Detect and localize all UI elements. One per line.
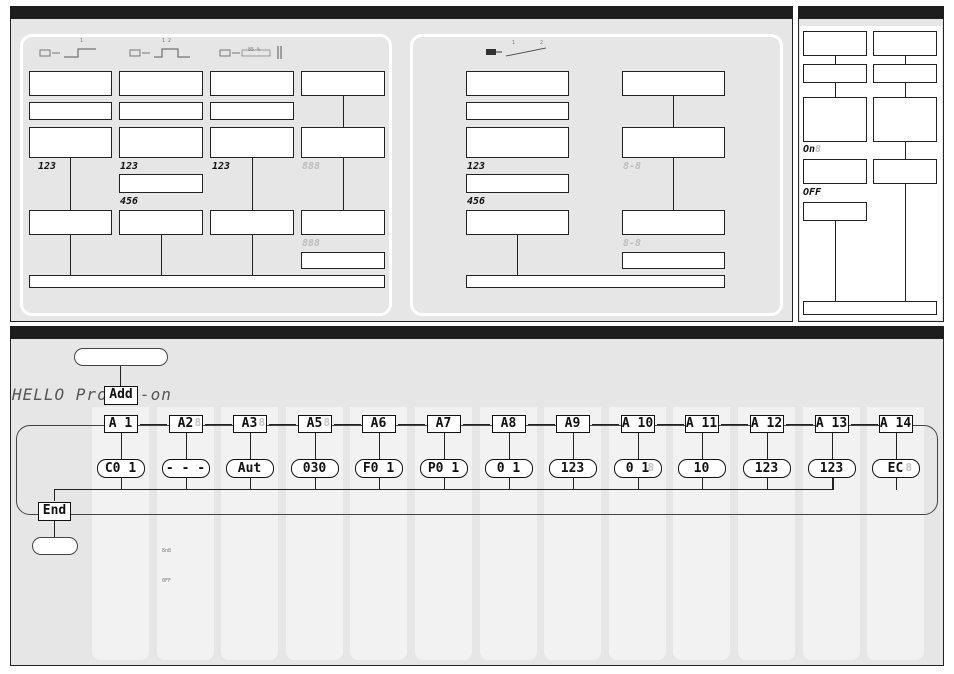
blank-readout: 8-8: [623, 238, 642, 249]
flow-box: [622, 71, 725, 96]
menu-code-lcd[interactable]: A6: [361, 415, 396, 433]
wiring-panel-header: [10, 6, 793, 19]
flow-box: [466, 71, 569, 96]
flow-box: [873, 31, 937, 56]
icon-label-2: 1 2: [162, 38, 172, 44]
switch-label-2: 2: [540, 40, 544, 46]
bottom-bar: [803, 301, 937, 315]
end-pill: [32, 537, 78, 555]
readout-123: 123: [120, 161, 139, 172]
addon-suffix: -on: [140, 385, 172, 404]
addon-menu-header: [10, 326, 944, 339]
icon-label-1: 1: [80, 38, 84, 44]
menu-value-display[interactable]: P0 1: [419, 459, 468, 478]
flow-box: [210, 127, 294, 158]
menu-value-display[interactable]: 10: [677, 459, 726, 478]
menu-code-dim: 8: [258, 416, 266, 429]
off-readout: OFF: [803, 187, 822, 198]
on-readout: On8: [803, 144, 822, 155]
readout-456: 456: [467, 196, 486, 207]
menu-code-lcd[interactable]: A8: [491, 415, 526, 433]
flow-box: [803, 31, 867, 56]
readout-123: 123: [38, 161, 57, 172]
flow-box: [29, 102, 112, 120]
flow-box: [803, 159, 867, 184]
blank-readout: 888: [302, 161, 321, 172]
flow-box: [301, 252, 385, 269]
flow-box: [301, 127, 385, 158]
flow-box: [119, 210, 203, 235]
start-pill: [74, 348, 168, 366]
blank-readout: 888: [302, 238, 321, 249]
hello-pro-label: HELLO Pro: [12, 385, 108, 404]
flow-box: [210, 210, 294, 235]
menu-value-display[interactable]: C0 1: [96, 459, 145, 478]
readout-123: 123: [467, 161, 486, 172]
flow-box: [29, 127, 112, 158]
flow-box: [29, 71, 112, 96]
flow-box: [466, 210, 569, 235]
addon-lcd: Add: [104, 386, 138, 405]
menu-value-display[interactable]: 123: [742, 459, 791, 478]
menu-value-display[interactable]: 123: [548, 459, 597, 478]
flow-box: [803, 97, 867, 142]
switch-label-1: 1: [512, 40, 516, 46]
menu-value-display[interactable]: EC: [871, 459, 920, 478]
bottom-bar: [466, 275, 725, 288]
flow-box: [301, 210, 385, 235]
flow-box: [466, 174, 569, 193]
menu-code-lcd[interactable]: A9: [555, 415, 590, 433]
menu-code-lcd[interactable]: A 14: [878, 415, 913, 433]
menu-value-display[interactable]: 123: [807, 459, 856, 478]
flow-box: [873, 64, 937, 83]
menu-loop-line: [16, 425, 938, 515]
sensor-icon-2: [128, 44, 192, 60]
menu-code-dim: 8: [194, 416, 202, 429]
flow-box: [210, 102, 294, 120]
icon-label-3: 85 %: [248, 47, 261, 53]
flow-box: [119, 174, 203, 193]
menu-code-dim: 8: [323, 416, 331, 429]
flow-box: [210, 71, 294, 96]
flow-box: [29, 210, 112, 235]
bottom-bar: [29, 275, 385, 288]
readout-123: 123: [212, 161, 231, 172]
flow-box: [803, 64, 867, 83]
output-panel-header: [798, 6, 944, 19]
menu-value-display[interactable]: F0 1: [354, 459, 403, 478]
flow-box: [873, 159, 937, 184]
sensor-icon-1: [38, 44, 98, 60]
menu-code-lcd[interactable]: A 13: [814, 415, 849, 433]
flow-box: [301, 71, 385, 96]
flow-box: [622, 210, 725, 235]
menu-value-display[interactable]: 030: [290, 459, 339, 478]
flow-box: [803, 202, 867, 221]
menu-value-dim: 8: [647, 461, 655, 474]
menu-value-display[interactable]: 0 1: [613, 459, 662, 478]
switch-icon: [484, 42, 554, 60]
small-off-label: 0FF: [162, 578, 172, 584]
menu-value-display[interactable]: Aut: [225, 459, 274, 478]
flow-box: [119, 71, 203, 96]
readout-456: 456: [120, 196, 139, 207]
flow-box: [873, 97, 937, 142]
menu-value-dim: 8: [905, 461, 913, 474]
menu-code-lcd[interactable]: A 1: [103, 415, 138, 433]
menu-code-lcd[interactable]: A 10: [620, 415, 655, 433]
menu-code-lcd[interactable]: A 12: [749, 415, 784, 433]
menu-value-display[interactable]: - - -: [161, 459, 210, 478]
flow-box: [622, 127, 725, 158]
menu-value-display[interactable]: 0 1: [484, 459, 533, 478]
menu-code-lcd[interactable]: A 11: [684, 415, 719, 433]
flow-box: [622, 252, 725, 269]
flow-box: [466, 127, 569, 158]
blank-readout: 8-8: [623, 161, 642, 172]
flow-box: [119, 127, 203, 158]
small-on-label: 8n8: [162, 548, 172, 554]
flow-box: [119, 102, 203, 120]
menu-code-lcd[interactable]: A7: [426, 415, 461, 433]
end-lcd: End: [38, 502, 71, 521]
flow-box: [466, 102, 569, 120]
